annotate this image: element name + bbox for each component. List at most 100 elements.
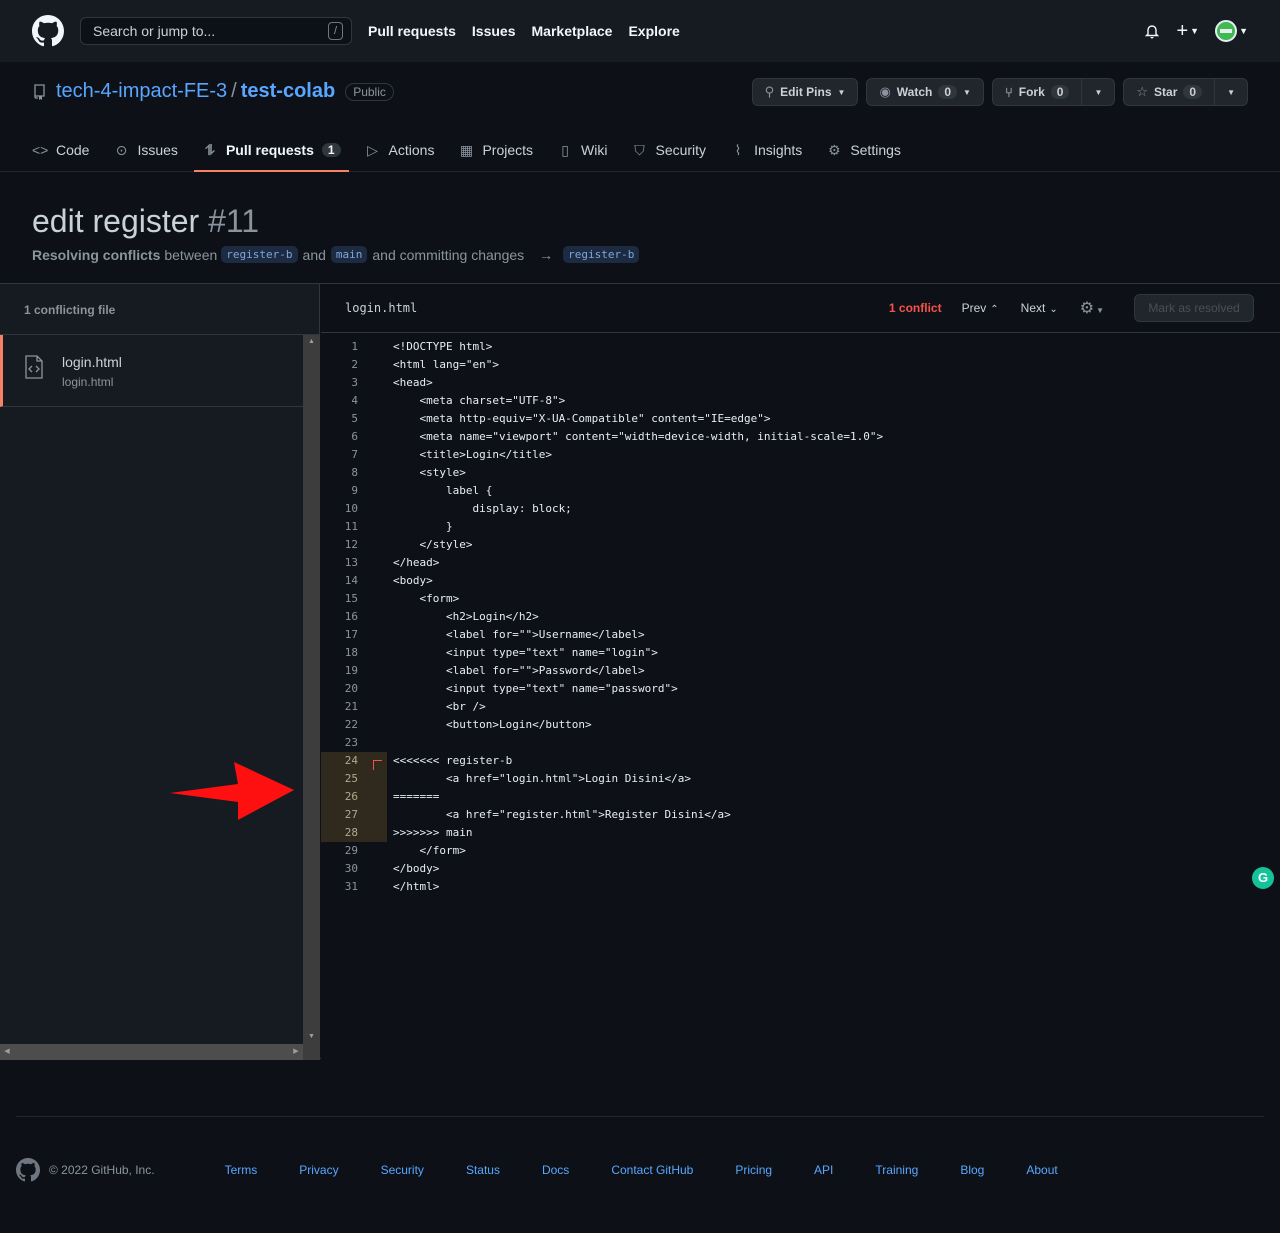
horizontal-scrollbar[interactable]: ◀ ▶	[0, 1044, 303, 1060]
tab-settings[interactable]: ⚙ Settings	[818, 128, 909, 172]
head-branch[interactable]: register-b	[221, 246, 298, 263]
code-line[interactable]: 28 >>>>>>> main	[321, 824, 1280, 842]
footer-link-privacy[interactable]: Privacy	[299, 1163, 338, 1177]
footer-link-api[interactable]: API	[814, 1163, 833, 1177]
code-line[interactable]: 31 </html>	[321, 878, 1280, 896]
search-placeholder: Search or jump to...	[93, 23, 216, 39]
user-menu-button[interactable]: ▼	[1215, 20, 1248, 42]
line-number: 5	[351, 412, 358, 425]
code-line[interactable]: 16 <h2>Login</h2>	[321, 608, 1280, 626]
file-name: login.html	[62, 354, 122, 370]
line-number: 15	[344, 592, 358, 605]
scroll-right-icon[interactable]: ▶	[289, 1044, 303, 1060]
code-line[interactable]: 8 <style>	[321, 464, 1280, 482]
tab-issues[interactable]: ⊙ Issues	[105, 128, 185, 172]
fork-dropdown-button[interactable]: ▼	[1081, 79, 1114, 105]
code-line[interactable]: 25 <a href="login.html">Login Disini</a>	[321, 770, 1280, 788]
line-number: 11	[344, 520, 358, 533]
code-line[interactable]: 2 <html lang="en">	[321, 356, 1280, 374]
tab-actions[interactable]: ▷ Actions	[357, 128, 443, 172]
code-line[interactable]: 30 </body>	[321, 860, 1280, 878]
code-line[interactable]: 4 <meta charset="UTF-8">	[321, 392, 1280, 410]
footer-link-status[interactable]: Status	[466, 1163, 500, 1177]
scroll-up-icon[interactable]: ▲	[303, 335, 320, 349]
nav-marketplace[interactable]: Marketplace	[532, 23, 613, 39]
line-number: 31	[344, 880, 358, 893]
code-line[interactable]: 29 </form>	[321, 842, 1280, 860]
code-line[interactable]: 26 =======	[321, 788, 1280, 806]
graph-icon: ⌇	[734, 141, 742, 158]
line-number: 3	[351, 376, 358, 389]
repo-owner-link[interactable]: tech-4-impact-FE-3	[56, 80, 227, 103]
nav-explore[interactable]: Explore	[628, 23, 679, 39]
star-button[interactable]: ☆ Star 0	[1124, 79, 1214, 105]
footer-link-pricing[interactable]: Pricing	[735, 1163, 772, 1177]
github-logo-icon[interactable]	[32, 15, 64, 47]
code-line[interactable]: 7 <title>Login</title>	[321, 446, 1280, 464]
code-line[interactable]: 19 <label for="">Password</label>	[321, 662, 1280, 680]
conflict-count: 1 conflict	[888, 301, 942, 315]
footer-link-security[interactable]: Security	[381, 1163, 424, 1177]
tab-insights[interactable]: ⌇ Insights	[722, 128, 810, 172]
code-line[interactable]: 10 display: block;	[321, 500, 1280, 518]
watch-button[interactable]: ◉ Watch 0 ▼	[866, 78, 984, 106]
code-line[interactable]: 18 <input type="text" name="login">	[321, 644, 1280, 662]
code-line[interactable]: 27 <a href="register.html">Register Disi…	[321, 806, 1280, 824]
create-new-button[interactable]: + ▼	[1176, 20, 1199, 43]
code-lines[interactable]: 1 <!DOCTYPE html> 2 <html lang="en"> 3 <head>…	[321, 338, 1280, 896]
conflicting-files-pane: 1 conflicting file login.html login.html…	[0, 284, 320, 1060]
scroll-down-icon[interactable]: ▼	[303, 1030, 320, 1044]
caret-down-icon: ▼	[1096, 306, 1104, 315]
star-dropdown-button[interactable]: ▼	[1214, 79, 1247, 105]
code-line[interactable]: 11 }	[321, 518, 1280, 536]
footer-link-terms[interactable]: Terms	[225, 1163, 258, 1177]
github-logo-icon[interactable]	[16, 1158, 40, 1182]
tab-pull-requests[interactable]: ⥮ Pull requests 1	[193, 128, 349, 172]
target-branch[interactable]: register-b	[563, 246, 640, 263]
chevron-up-icon: ⌃	[990, 304, 999, 315]
code-line[interactable]: 15 <form>	[321, 590, 1280, 608]
grammarly-icon[interactable]: G	[1252, 867, 1274, 889]
edit-pins-button[interactable]: ⚲ Edit Pins ▼	[751, 78, 859, 106]
code-line[interactable]: 1 <!DOCTYPE html>	[321, 338, 1280, 356]
vertical-scrollbar[interactable]: ▲ ▼	[303, 335, 320, 1044]
mark-as-resolved-button[interactable]: Mark as resolved	[1134, 294, 1254, 322]
repo-name-link[interactable]: test-colab	[241, 80, 335, 103]
tab-code[interactable]: <> Code	[24, 128, 97, 172]
conflicting-file-item[interactable]: login.html login.html	[0, 335, 303, 407]
code-line[interactable]: 21 <br />	[321, 698, 1280, 716]
nav-pull-requests[interactable]: Pull requests	[368, 23, 456, 39]
tab-wiki[interactable]: ▯ Wiki	[549, 128, 615, 172]
prev-conflict-button[interactable]: Prev ⌃	[962, 301, 999, 315]
file-path: login.html	[62, 375, 114, 389]
footer-link-about[interactable]: About	[1026, 1163, 1057, 1177]
footer-link-contact[interactable]: Contact GitHub	[611, 1163, 693, 1177]
code-line[interactable]: 12 </style>	[321, 536, 1280, 554]
nav-issues[interactable]: Issues	[472, 23, 516, 39]
search-input[interactable]: Search or jump to... /	[80, 17, 352, 45]
code-line[interactable]: 24 <<<<<<< register-b	[321, 752, 1280, 834]
code-line[interactable]: 23	[321, 734, 1280, 752]
code-line[interactable]: 22 <button>Login</button>	[321, 716, 1280, 734]
code-line[interactable]: 17 <label for="">Username</label>	[321, 626, 1280, 644]
footer-link-training[interactable]: Training	[875, 1163, 918, 1177]
code-line[interactable]: 13 </head>	[321, 554, 1280, 572]
code-line[interactable]: 9 label {	[321, 482, 1280, 500]
tab-projects-label: Projects	[482, 142, 534, 158]
code-line[interactable]: 5 <meta http-equiv="X-UA-Compatible" con…	[321, 410, 1280, 428]
scroll-left-icon[interactable]: ◀	[0, 1044, 14, 1060]
gear-icon: ⚙	[828, 141, 841, 158]
code-line[interactable]: 3 <head>	[321, 374, 1280, 392]
fork-button[interactable]: ⑂ Fork 0	[993, 79, 1082, 105]
base-branch[interactable]: main	[330, 246, 368, 263]
code-line[interactable]: 6 <meta name="viewport" content="width=d…	[321, 428, 1280, 446]
bell-icon[interactable]	[1144, 23, 1160, 39]
code-line[interactable]: 20 <input type="text" name="password">	[321, 680, 1280, 698]
footer-link-blog[interactable]: Blog	[960, 1163, 984, 1177]
tab-projects[interactable]: ▦ Projects	[450, 128, 541, 172]
editor-settings-button[interactable]: ⚙ ▼	[1080, 298, 1104, 318]
next-conflict-button[interactable]: Next ⌄	[1021, 301, 1058, 315]
tab-security[interactable]: ⛉ Security	[623, 128, 714, 172]
code-line[interactable]: 14 <body>	[321, 572, 1280, 590]
footer-link-docs[interactable]: Docs	[542, 1163, 569, 1177]
